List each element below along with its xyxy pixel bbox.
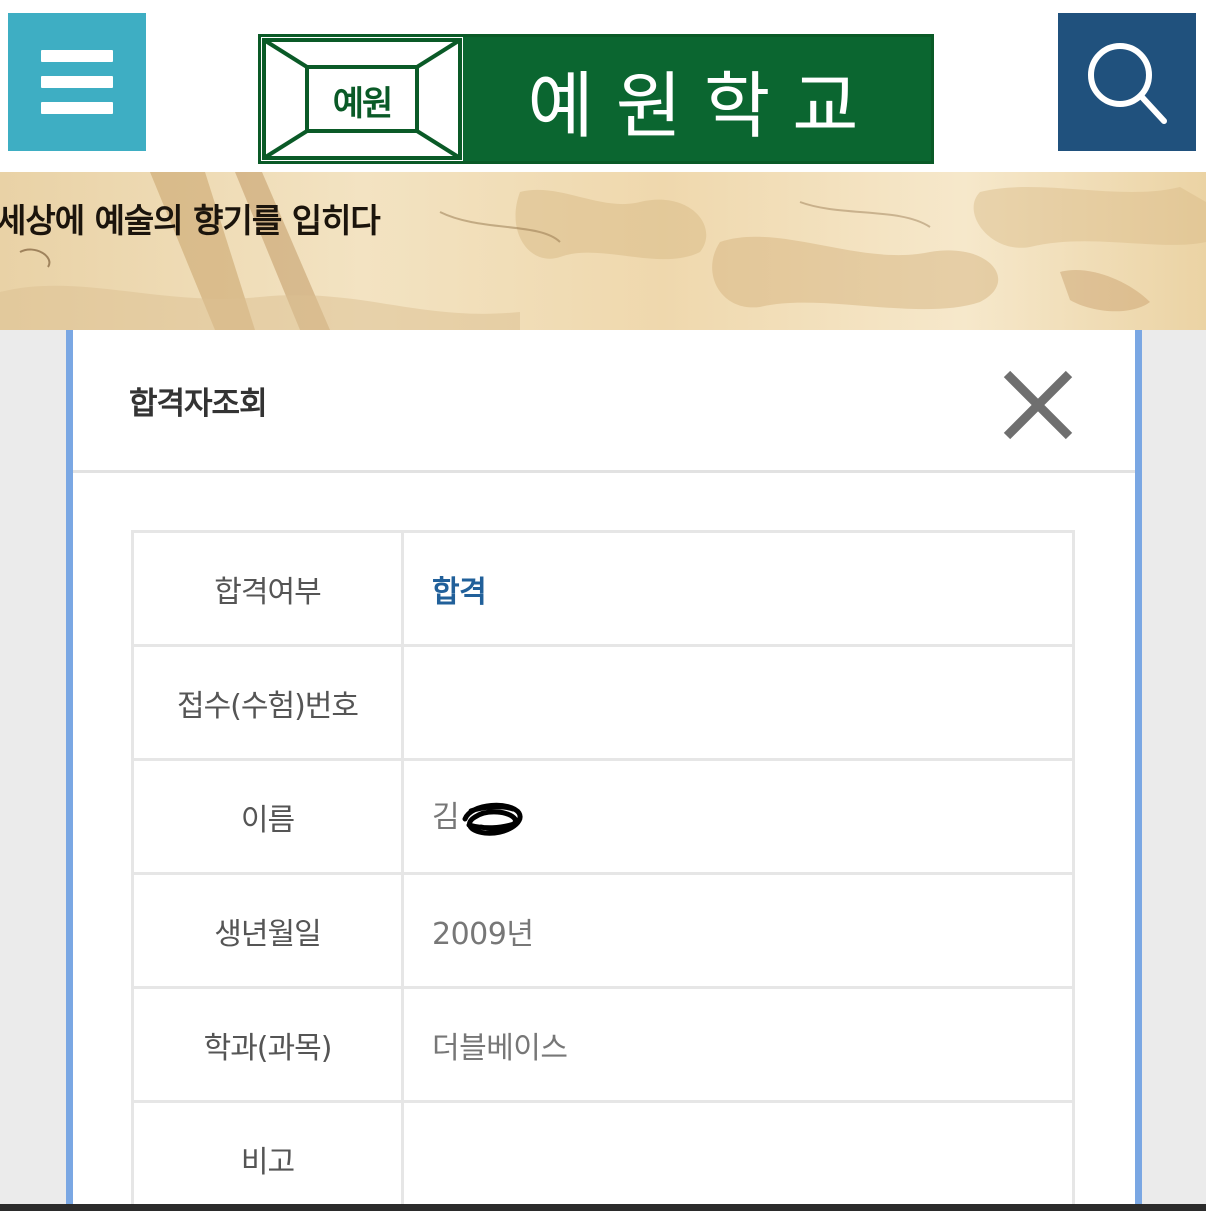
- row-label-pass-status: 합격여부: [131, 530, 404, 647]
- bottom-edge: [0, 1204, 1206, 1211]
- school-logo[interactable]: 예원 예원학교: [258, 34, 934, 164]
- site-header: 예원 예원학교: [0, 0, 1206, 172]
- table-row: 생년월일 2009년: [131, 872, 1075, 989]
- logo-emblem: 예원: [261, 37, 463, 161]
- row-label-exam-number: 접수(수험)번호: [131, 644, 404, 761]
- school-name: 예원학교: [463, 37, 931, 161]
- close-icon: [1003, 370, 1073, 440]
- table-row: 비고: [131, 1100, 1075, 1211]
- logo-seal-text: 예원: [332, 83, 394, 124]
- screen: 예원 예원학교 세상에 예술의 향기를 입히다 합격자조회 합격여부 합격 접수…: [0, 0, 1206, 1211]
- banner: 세상에 예술의 향기를 입히다: [0, 172, 1206, 330]
- banner-slogan: 세상에 예술의 향기를 입히다: [0, 201, 381, 240]
- close-button[interactable]: [1001, 368, 1075, 442]
- row-label-remarks: 비고: [131, 1100, 404, 1211]
- result-modal: 합격자조회 합격여부 합격 접수(수험)번호 이름 김 생년월일 2009년 학…: [66, 330, 1142, 1211]
- table-row: 합격여부 합격: [131, 530, 1075, 647]
- row-label-department: 학과(과목): [131, 986, 404, 1103]
- modal-title: 합격자조회: [129, 386, 268, 422]
- redaction-scribble: [462, 802, 523, 836]
- result-table: 합격여부 합격 접수(수험)번호 이름 김 생년월일 2009년 학과(과목) …: [131, 530, 1075, 1211]
- table-row: 이름 김: [131, 758, 1075, 875]
- row-value-exam-number: [401, 644, 1075, 761]
- row-value-department: 더블베이스: [401, 986, 1075, 1103]
- row-value-remarks: [401, 1100, 1075, 1211]
- modal-header: 합격자조회: [73, 330, 1135, 473]
- magnifier-icon: [1088, 43, 1167, 124]
- menu-button[interactable]: [8, 13, 146, 151]
- table-row: 학과(과목) 더블베이스: [131, 986, 1075, 1103]
- table-row: 접수(수험)번호: [131, 644, 1075, 761]
- row-value-name-cell: 김: [401, 758, 1075, 875]
- row-label-birthdate: 생년월일: [131, 872, 404, 989]
- search-button[interactable]: [1058, 13, 1196, 151]
- hamburger-icon: [41, 50, 113, 114]
- row-value-name: 김: [432, 800, 460, 836]
- row-value-pass-status: 합격: [401, 530, 1075, 647]
- row-value-birthdate: 2009년: [401, 872, 1075, 989]
- row-label-name: 이름: [131, 758, 404, 875]
